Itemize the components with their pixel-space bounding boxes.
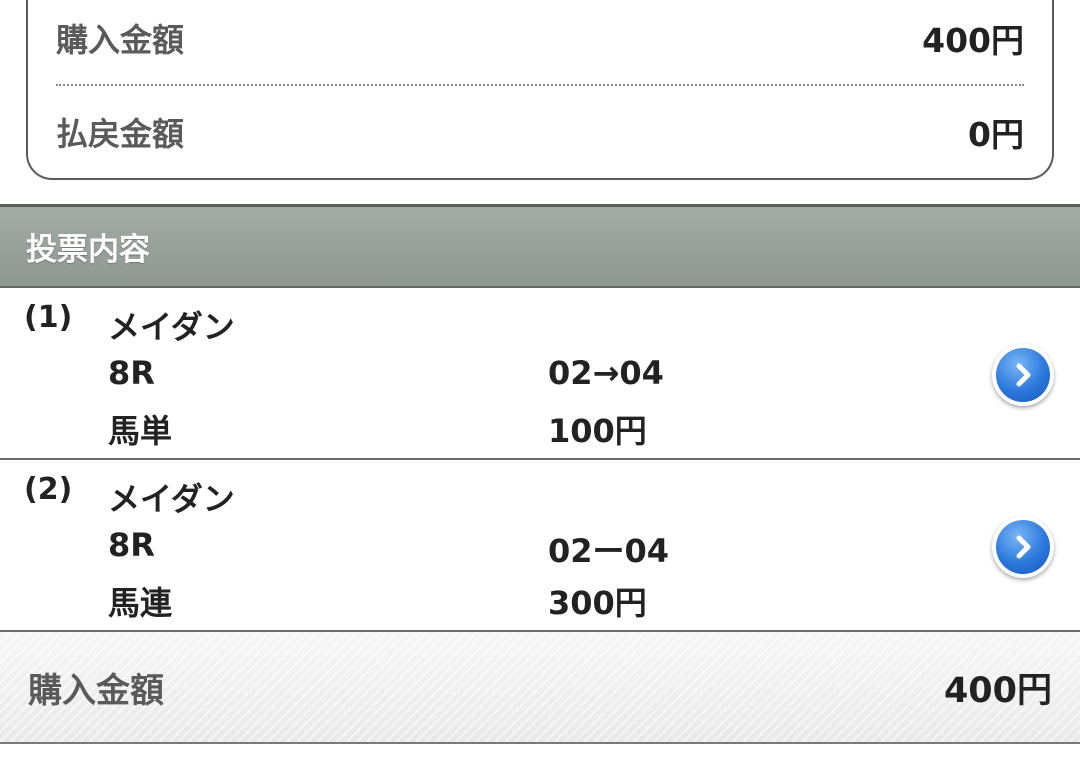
section-header: 投票内容 [0, 204, 1080, 288]
bet-selection: 02ー04 [548, 532, 670, 570]
total-purchase-value: 400円 [943, 670, 1052, 711]
refund-amount-label: 払戻金額 [56, 115, 185, 153]
chevron-right-circle-icon [996, 520, 1050, 574]
refund-amount-row: 払戻金額 0円 [56, 102, 1024, 162]
bet-amount: 300円 [548, 584, 647, 622]
bet-index: (2) [24, 472, 73, 507]
bet-item[interactable]: (1) メイダン 8R 馬単 02→04 100円 [0, 288, 1080, 460]
dotted-divider [56, 84, 1024, 86]
bet-item[interactable]: (2) メイダン 8R 馬連 02ー04 300円 [0, 460, 1080, 632]
purchase-amount-label: 購入金額 [56, 21, 185, 59]
bet-detail-button[interactable] [992, 516, 1054, 578]
bet-race: 8R [108, 526, 155, 564]
bet-race: 8R [108, 354, 155, 392]
bet-venue: メイダン [108, 480, 235, 518]
total-purchase-bar: 購入金額 400円 [0, 632, 1080, 744]
bet-venue: メイダン [108, 308, 235, 346]
section-title: 投票内容 [26, 232, 150, 268]
bet-index: (1) [24, 300, 73, 335]
chevron-right-circle-icon [996, 348, 1050, 402]
purchase-amount-value: 400円 [922, 21, 1024, 60]
bet-detail-button[interactable] [992, 344, 1054, 406]
refund-amount-value: 0円 [968, 115, 1024, 154]
bet-type: 馬単 [108, 412, 173, 450]
bet-amount: 100円 [548, 412, 647, 450]
total-purchase-label: 購入金額 [28, 670, 164, 711]
purchase-amount-row: 購入金額 400円 [56, 8, 1024, 68]
bet-selection: 02→04 [548, 354, 664, 392]
summary-card: 購入金額 400円 払戻金額 0円 [26, 0, 1054, 180]
page: 購入金額 400円 払戻金額 0円 投票内容 (1) メイダン 8R 馬単 02… [0, 0, 1080, 758]
bet-type: 馬連 [108, 584, 173, 622]
